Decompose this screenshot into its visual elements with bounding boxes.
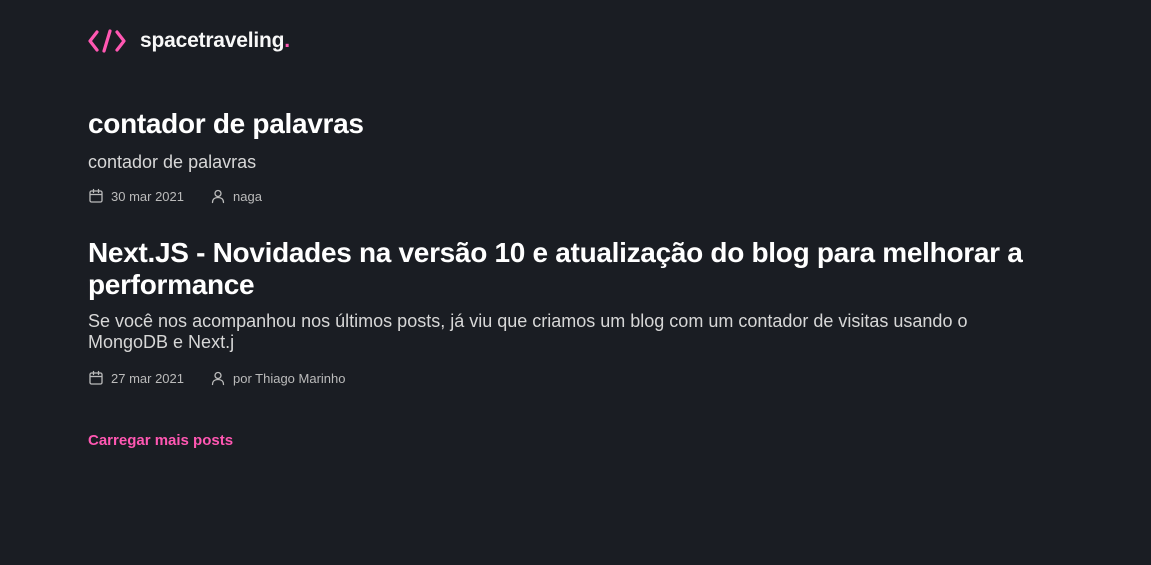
post-item[interactable]: Next.JS - Novidades na versão 10 e atual… bbox=[88, 237, 1048, 386]
code-brackets-icon bbox=[88, 29, 126, 53]
post-subtitle: contador de palavras bbox=[88, 152, 257, 172]
post-date: 27 mar 2021 bbox=[88, 370, 184, 386]
post-meta: 30 mar 2021 naga bbox=[88, 188, 1048, 204]
calendar-icon bbox=[89, 370, 103, 385]
site-header: spacetraveling . bbox=[88, 27, 290, 55]
user-icon bbox=[211, 189, 225, 204]
post-date-text: 30 mar 2021 bbox=[111, 188, 184, 204]
post-author-text: por Thiago Marinho bbox=[233, 370, 346, 386]
post-title[interactable]: Next.JS - Novidades na versão 10 e atual… bbox=[88, 237, 1048, 301]
calendar-icon bbox=[89, 188, 103, 203]
post-subtitle: Se você nos acompanhou nos últimos posts… bbox=[88, 311, 968, 352]
post-date: 30 mar 2021 bbox=[88, 188, 184, 204]
post-date-text: 27 mar 2021 bbox=[111, 370, 184, 386]
site-name: spacetraveling bbox=[140, 29, 285, 52]
user-icon bbox=[211, 371, 225, 386]
post-meta: 27 mar 2021 por Thiago Marinho bbox=[88, 370, 1048, 386]
home-link[interactable]: spacetraveling . bbox=[88, 29, 290, 53]
post-item[interactable]: contador de palavras contador de palavra… bbox=[88, 108, 1048, 204]
post-author-text: naga bbox=[233, 188, 262, 204]
post-title[interactable]: contador de palavras bbox=[88, 108, 1048, 140]
load-more-button[interactable]: Carregar mais posts bbox=[88, 432, 233, 449]
post-author: por Thiago Marinho bbox=[210, 370, 346, 386]
page: spacetraveling . contador de palavras co… bbox=[0, 0, 1151, 565]
post-author: naga bbox=[210, 188, 262, 204]
site-name-dot: . bbox=[284, 29, 291, 52]
